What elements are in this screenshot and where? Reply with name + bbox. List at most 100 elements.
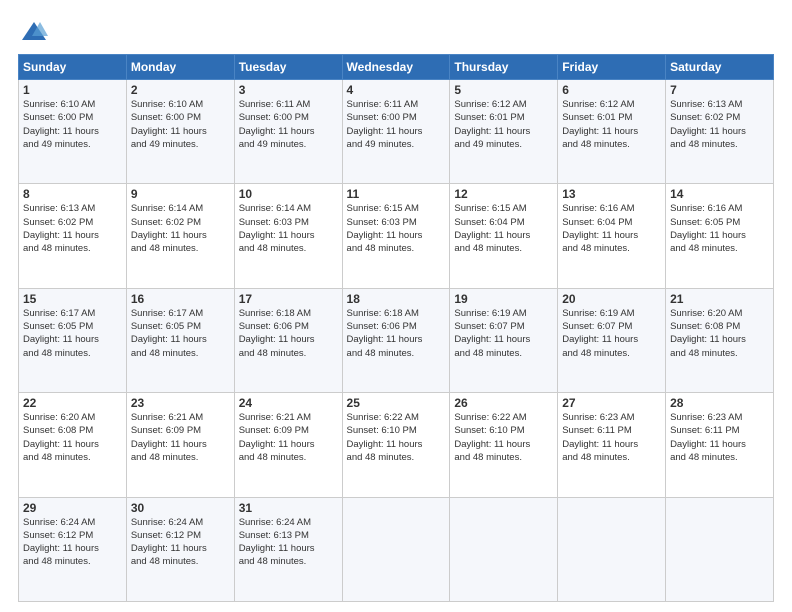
day-info: Sunrise: 6:19 AM Sunset: 6:07 PM Dayligh… xyxy=(454,307,553,360)
calendar-cell xyxy=(666,497,774,601)
calendar-header-cell: Monday xyxy=(126,55,234,80)
day-info: Sunrise: 6:21 AM Sunset: 6:09 PM Dayligh… xyxy=(239,411,338,464)
day-number: 29 xyxy=(23,501,122,515)
calendar-cell: 22Sunrise: 6:20 AM Sunset: 6:08 PM Dayli… xyxy=(19,393,127,497)
calendar-cell: 17Sunrise: 6:18 AM Sunset: 6:06 PM Dayli… xyxy=(234,288,342,392)
calendar-week-row: 8Sunrise: 6:13 AM Sunset: 6:02 PM Daylig… xyxy=(19,184,774,288)
calendar-cell: 21Sunrise: 6:20 AM Sunset: 6:08 PM Dayli… xyxy=(666,288,774,392)
day-info: Sunrise: 6:15 AM Sunset: 6:04 PM Dayligh… xyxy=(454,202,553,255)
calendar-cell: 13Sunrise: 6:16 AM Sunset: 6:04 PM Dayli… xyxy=(558,184,666,288)
day-number: 8 xyxy=(23,187,122,201)
calendar-cell: 30Sunrise: 6:24 AM Sunset: 6:12 PM Dayli… xyxy=(126,497,234,601)
calendar-header-cell: Saturday xyxy=(666,55,774,80)
day-info: Sunrise: 6:17 AM Sunset: 6:05 PM Dayligh… xyxy=(23,307,122,360)
calendar-cell: 25Sunrise: 6:22 AM Sunset: 6:10 PM Dayli… xyxy=(342,393,450,497)
calendar-week-row: 15Sunrise: 6:17 AM Sunset: 6:05 PM Dayli… xyxy=(19,288,774,392)
calendar-cell: 31Sunrise: 6:24 AM Sunset: 6:13 PM Dayli… xyxy=(234,497,342,601)
calendar-cell: 19Sunrise: 6:19 AM Sunset: 6:07 PM Dayli… xyxy=(450,288,558,392)
day-number: 4 xyxy=(347,83,446,97)
calendar-header-cell: Wednesday xyxy=(342,55,450,80)
day-info: Sunrise: 6:11 AM Sunset: 6:00 PM Dayligh… xyxy=(239,98,338,151)
calendar-cell: 23Sunrise: 6:21 AM Sunset: 6:09 PM Dayli… xyxy=(126,393,234,497)
day-number: 3 xyxy=(239,83,338,97)
logo-icon xyxy=(20,18,48,46)
calendar-cell: 5Sunrise: 6:12 AM Sunset: 6:01 PM Daylig… xyxy=(450,80,558,184)
day-info: Sunrise: 6:16 AM Sunset: 6:05 PM Dayligh… xyxy=(670,202,769,255)
calendar-cell: 24Sunrise: 6:21 AM Sunset: 6:09 PM Dayli… xyxy=(234,393,342,497)
day-number: 13 xyxy=(562,187,661,201)
day-info: Sunrise: 6:18 AM Sunset: 6:06 PM Dayligh… xyxy=(347,307,446,360)
calendar-table: SundayMondayTuesdayWednesdayThursdayFrid… xyxy=(18,54,774,602)
calendar-cell: 28Sunrise: 6:23 AM Sunset: 6:11 PM Dayli… xyxy=(666,393,774,497)
calendar-cell: 12Sunrise: 6:15 AM Sunset: 6:04 PM Dayli… xyxy=(450,184,558,288)
day-info: Sunrise: 6:13 AM Sunset: 6:02 PM Dayligh… xyxy=(23,202,122,255)
day-info: Sunrise: 6:16 AM Sunset: 6:04 PM Dayligh… xyxy=(562,202,661,255)
day-info: Sunrise: 6:11 AM Sunset: 6:00 PM Dayligh… xyxy=(347,98,446,151)
calendar-week-row: 29Sunrise: 6:24 AM Sunset: 6:12 PM Dayli… xyxy=(19,497,774,601)
day-info: Sunrise: 6:23 AM Sunset: 6:11 PM Dayligh… xyxy=(670,411,769,464)
day-number: 23 xyxy=(131,396,230,410)
calendar-header-row: SundayMondayTuesdayWednesdayThursdayFrid… xyxy=(19,55,774,80)
calendar-cell xyxy=(342,497,450,601)
calendar-week-row: 22Sunrise: 6:20 AM Sunset: 6:08 PM Dayli… xyxy=(19,393,774,497)
day-number: 19 xyxy=(454,292,553,306)
day-info: Sunrise: 6:18 AM Sunset: 6:06 PM Dayligh… xyxy=(239,307,338,360)
day-info: Sunrise: 6:22 AM Sunset: 6:10 PM Dayligh… xyxy=(454,411,553,464)
day-number: 10 xyxy=(239,187,338,201)
calendar-cell xyxy=(450,497,558,601)
calendar-cell: 9Sunrise: 6:14 AM Sunset: 6:02 PM Daylig… xyxy=(126,184,234,288)
day-number: 22 xyxy=(23,396,122,410)
day-number: 15 xyxy=(23,292,122,306)
calendar-cell: 26Sunrise: 6:22 AM Sunset: 6:10 PM Dayli… xyxy=(450,393,558,497)
day-info: Sunrise: 6:23 AM Sunset: 6:11 PM Dayligh… xyxy=(562,411,661,464)
day-info: Sunrise: 6:10 AM Sunset: 6:00 PM Dayligh… xyxy=(131,98,230,151)
day-number: 26 xyxy=(454,396,553,410)
calendar-cell: 2Sunrise: 6:10 AM Sunset: 6:00 PM Daylig… xyxy=(126,80,234,184)
day-number: 9 xyxy=(131,187,230,201)
calendar-cell: 11Sunrise: 6:15 AM Sunset: 6:03 PM Dayli… xyxy=(342,184,450,288)
calendar-cell: 18Sunrise: 6:18 AM Sunset: 6:06 PM Dayli… xyxy=(342,288,450,392)
day-info: Sunrise: 6:21 AM Sunset: 6:09 PM Dayligh… xyxy=(131,411,230,464)
day-info: Sunrise: 6:20 AM Sunset: 6:08 PM Dayligh… xyxy=(670,307,769,360)
calendar-cell: 4Sunrise: 6:11 AM Sunset: 6:00 PM Daylig… xyxy=(342,80,450,184)
calendar-cell: 15Sunrise: 6:17 AM Sunset: 6:05 PM Dayli… xyxy=(19,288,127,392)
day-number: 20 xyxy=(562,292,661,306)
day-number: 2 xyxy=(131,83,230,97)
day-number: 6 xyxy=(562,83,661,97)
calendar-cell: 1Sunrise: 6:10 AM Sunset: 6:00 PM Daylig… xyxy=(19,80,127,184)
header xyxy=(18,18,774,46)
day-info: Sunrise: 6:24 AM Sunset: 6:12 PM Dayligh… xyxy=(23,516,122,569)
day-number: 17 xyxy=(239,292,338,306)
calendar-cell: 6Sunrise: 6:12 AM Sunset: 6:01 PM Daylig… xyxy=(558,80,666,184)
day-number: 5 xyxy=(454,83,553,97)
day-number: 16 xyxy=(131,292,230,306)
day-number: 30 xyxy=(131,501,230,515)
day-info: Sunrise: 6:19 AM Sunset: 6:07 PM Dayligh… xyxy=(562,307,661,360)
day-info: Sunrise: 6:10 AM Sunset: 6:00 PM Dayligh… xyxy=(23,98,122,151)
day-number: 28 xyxy=(670,396,769,410)
calendar-header-cell: Tuesday xyxy=(234,55,342,80)
day-number: 21 xyxy=(670,292,769,306)
page: SundayMondayTuesdayWednesdayThursdayFrid… xyxy=(0,0,792,612)
calendar-cell: 8Sunrise: 6:13 AM Sunset: 6:02 PM Daylig… xyxy=(19,184,127,288)
day-number: 24 xyxy=(239,396,338,410)
day-number: 11 xyxy=(347,187,446,201)
day-info: Sunrise: 6:24 AM Sunset: 6:12 PM Dayligh… xyxy=(131,516,230,569)
calendar-cell: 7Sunrise: 6:13 AM Sunset: 6:02 PM Daylig… xyxy=(666,80,774,184)
day-number: 25 xyxy=(347,396,446,410)
day-info: Sunrise: 6:24 AM Sunset: 6:13 PM Dayligh… xyxy=(239,516,338,569)
calendar-cell: 27Sunrise: 6:23 AM Sunset: 6:11 PM Dayli… xyxy=(558,393,666,497)
day-number: 14 xyxy=(670,187,769,201)
calendar-cell: 10Sunrise: 6:14 AM Sunset: 6:03 PM Dayli… xyxy=(234,184,342,288)
day-number: 1 xyxy=(23,83,122,97)
day-number: 7 xyxy=(670,83,769,97)
day-number: 27 xyxy=(562,396,661,410)
calendar-cell: 14Sunrise: 6:16 AM Sunset: 6:05 PM Dayli… xyxy=(666,184,774,288)
calendar-header-cell: Thursday xyxy=(450,55,558,80)
day-info: Sunrise: 6:17 AM Sunset: 6:05 PM Dayligh… xyxy=(131,307,230,360)
calendar-header-cell: Sunday xyxy=(19,55,127,80)
calendar-cell: 20Sunrise: 6:19 AM Sunset: 6:07 PM Dayli… xyxy=(558,288,666,392)
calendar-cell: 3Sunrise: 6:11 AM Sunset: 6:00 PM Daylig… xyxy=(234,80,342,184)
calendar-week-row: 1Sunrise: 6:10 AM Sunset: 6:00 PM Daylig… xyxy=(19,80,774,184)
day-info: Sunrise: 6:22 AM Sunset: 6:10 PM Dayligh… xyxy=(347,411,446,464)
